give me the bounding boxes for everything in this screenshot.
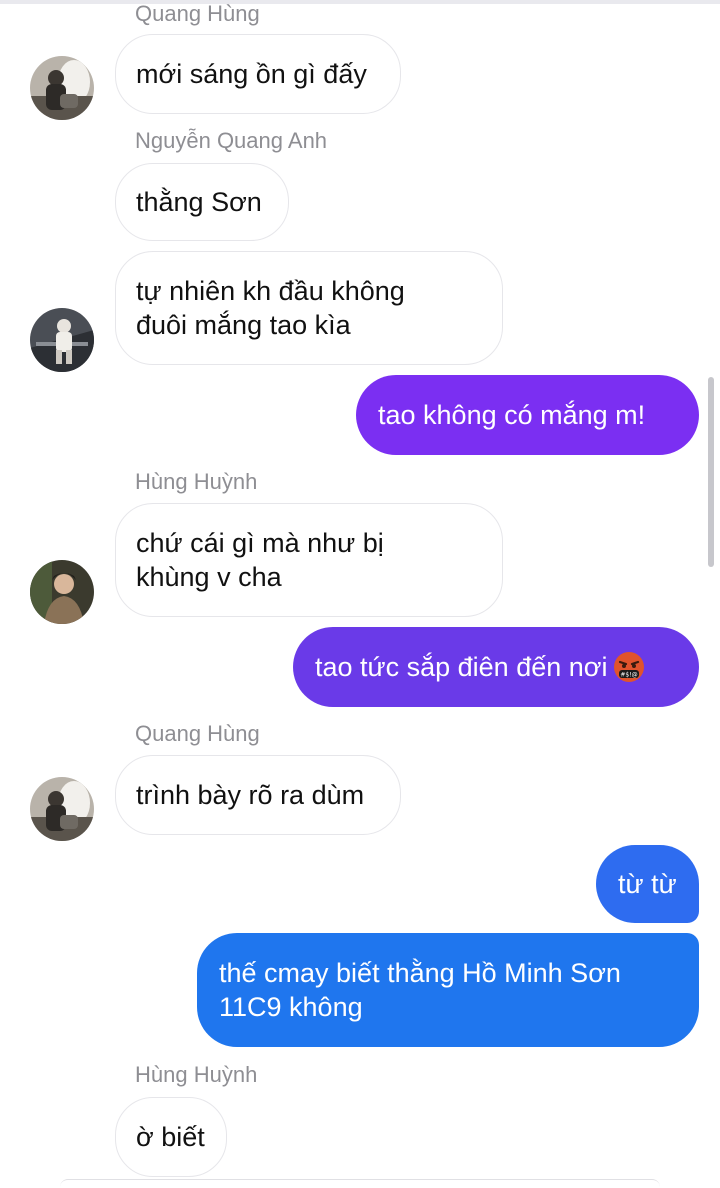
message-text: tao tức sắp điên đến nơi bbox=[315, 652, 608, 682]
message-bubble-incoming[interactable]: trình bày rõ ra dùm bbox=[115, 755, 401, 835]
sender-name: Nguyễn Quang Anh bbox=[135, 128, 328, 153]
message-text-line-2: đuôi mắng tao kìa bbox=[136, 310, 351, 340]
sender-name: Quang Hùng bbox=[135, 721, 260, 746]
message-bubble-outgoing[interactable]: tao không có mắng m! bbox=[356, 375, 699, 455]
avatar-nguyen-quang-anh[interactable] bbox=[30, 308, 94, 372]
message-bubble-incoming[interactable]: ờ biết bbox=[115, 1097, 227, 1177]
message-text: từ từ bbox=[618, 869, 677, 899]
message-text: ờ biết bbox=[136, 1122, 205, 1152]
avatar-quang-hung[interactable] bbox=[30, 777, 94, 841]
message-text: trình bày rõ ra dùm bbox=[136, 780, 365, 810]
message-bubble-outgoing[interactable]: thế cmay biết thằng Hồ Minh Sơn 11C9 khô… bbox=[197, 933, 699, 1047]
message-text: mới sáng ồn gì đấy bbox=[136, 59, 367, 89]
message-bubble-outgoing[interactable]: tao tức sắp điên đến nơi #$!@ bbox=[293, 627, 699, 707]
svg-text:#$!@: #$!@ bbox=[621, 672, 638, 679]
message-text-line-1: chứ cái gì mà như bị bbox=[136, 528, 384, 558]
avatar-quang-hung[interactable] bbox=[30, 56, 94, 120]
message-text-line-2: khùng v cha bbox=[136, 562, 282, 592]
scrollbar[interactable] bbox=[708, 377, 714, 567]
message-bubble-incoming[interactable]: tự nhiên kh đầu không đuôi mắng tao kìa bbox=[115, 251, 503, 365]
message-text-line-1: thế cmay biết thằng Hồ Minh Sơn bbox=[219, 958, 621, 988]
message-text-line-2: 11C9 không bbox=[219, 992, 363, 1022]
message-bubble-incoming[interactable]: mới sáng ồn gì đấy bbox=[115, 34, 401, 114]
top-divider bbox=[0, 0, 720, 4]
cursing-face-emoji: #$!@ bbox=[614, 652, 645, 682]
sender-name: Quang Hùng bbox=[135, 1, 260, 26]
sender-name: Hùng Huỳnh bbox=[135, 1062, 258, 1087]
message-text: thằng Sơn bbox=[136, 187, 262, 217]
sender-name: Hùng Huỳnh bbox=[135, 469, 258, 494]
avatar-hung-huynh[interactable] bbox=[30, 560, 94, 624]
message-bubble-outgoing[interactable]: từ từ bbox=[596, 845, 699, 923]
message-bubble-incoming[interactable]: chứ cái gì mà như bị khùng v cha bbox=[115, 503, 503, 617]
message-text: tao không có mắng m! bbox=[378, 400, 646, 430]
message-bubble-incoming[interactable]: thằng Sơn bbox=[115, 163, 289, 241]
message-text-line-1: tự nhiên kh đầu không bbox=[136, 276, 405, 306]
